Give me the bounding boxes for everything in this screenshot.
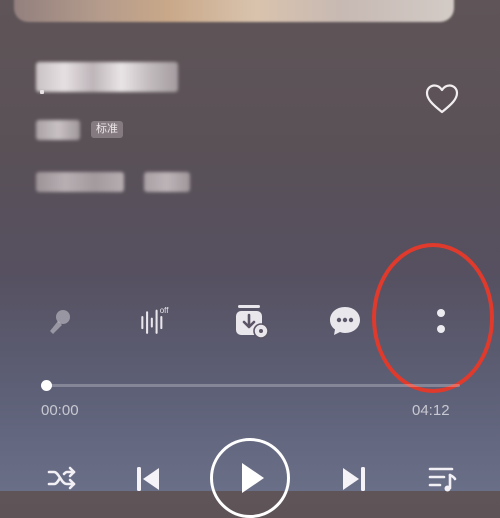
download-icon [236,305,269,339]
progress-track[interactable] [46,384,460,387]
title-blur-fragment [40,90,44,94]
song-meta-blurred [36,172,124,192]
quality-badge[interactable]: 标准 [91,121,123,138]
progress-thumb[interactable] [40,380,52,391]
playlist-button[interactable] [422,458,462,498]
sound-effect-off-icon: off [141,306,169,334]
shuffle-button[interactable] [42,458,82,498]
svg-text:off: off [160,306,169,315]
download-button[interactable] [232,302,270,340]
sound-effect-button[interactable]: off [136,302,174,340]
next-button[interactable] [334,458,374,498]
song-title-blurred [36,62,178,92]
play-icon [242,463,264,493]
more-options-button[interactable] [422,302,460,340]
comment-icon [330,307,360,335]
microphone-icon [50,310,70,334]
play-button[interactable] [210,438,290,518]
total-time: 04:12 [412,402,450,419]
artist-name-blurred[interactable] [36,120,80,140]
sing-along-button[interactable] [41,302,79,340]
heart-icon [425,84,459,114]
song-meta-blurred-2 [144,172,190,192]
elapsed-time: 00:00 [41,402,79,419]
previous-button[interactable] [128,458,168,498]
album-artwork[interactable] [14,0,454,22]
like-button[interactable] [424,83,460,115]
more-vertical-icon [437,309,445,333]
comments-button[interactable] [326,302,364,340]
